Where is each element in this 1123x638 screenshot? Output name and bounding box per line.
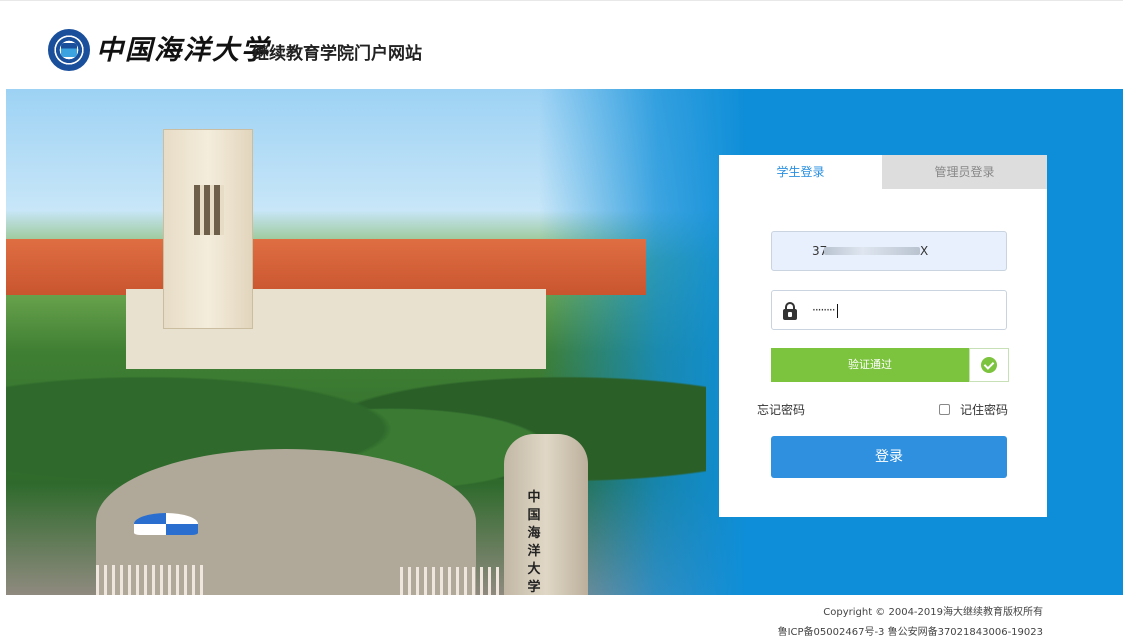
clock-tower xyxy=(163,129,253,329)
icp-license-text: 鲁ICP备05002467号-3 鲁公安网备37021843006-19023 xyxy=(777,627,1043,638)
login-tabs: 学生登录 管理员登录 xyxy=(719,155,1047,189)
tab-student-login[interactable]: 学生登录 xyxy=(719,155,882,189)
campus-photo: 中国海洋大学 xyxy=(6,89,746,595)
check-circle-icon xyxy=(981,357,997,373)
username-suffix: X xyxy=(920,244,929,258)
remember-checkbox[interactable] xyxy=(939,404,950,415)
verify-status: 验证通过 xyxy=(771,348,969,382)
university-seal-icon xyxy=(48,29,90,71)
university-name-logo: 中国海洋大学 xyxy=(96,35,270,66)
remember-label: 记住密码 xyxy=(960,403,1009,417)
forgot-password-link[interactable]: 忘记密码 xyxy=(757,401,805,418)
remember-password[interactable]: 记住密码 xyxy=(939,401,1008,418)
username-redaction xyxy=(824,247,920,255)
copyright-text: Copyright © 2004-2019海大继续教育版权所有 xyxy=(823,607,1043,618)
password-mask: ········ xyxy=(812,303,835,317)
tab-admin-login[interactable]: 管理员登录 xyxy=(882,155,1047,189)
header: 中国海洋大学 继续教育学院门户网站 xyxy=(0,0,1123,88)
umbrella xyxy=(134,513,198,535)
login-card: 学生登录 管理员登录 37 X ········ 验证通过 忘记密码 记住密码 … xyxy=(719,155,1047,517)
text-caret xyxy=(836,303,838,318)
password-input[interactable]: ········ xyxy=(771,290,1007,330)
username-input[interactable]: 37 X xyxy=(771,231,1007,271)
verify-slider-handle[interactable] xyxy=(969,348,1009,382)
gate-inscription: 中国海洋大学 xyxy=(527,490,541,595)
slider-verification[interactable]: 验证通过 xyxy=(771,348,1009,382)
gate-tower xyxy=(504,434,588,595)
footer: Copyright © 2004-2019海大继续教育版权所有 鲁ICP备050… xyxy=(0,595,1123,638)
site-title: 继续教育学院门户网站 xyxy=(252,44,422,64)
login-button[interactable]: 登录 xyxy=(771,436,1007,478)
lock-icon xyxy=(782,302,798,320)
